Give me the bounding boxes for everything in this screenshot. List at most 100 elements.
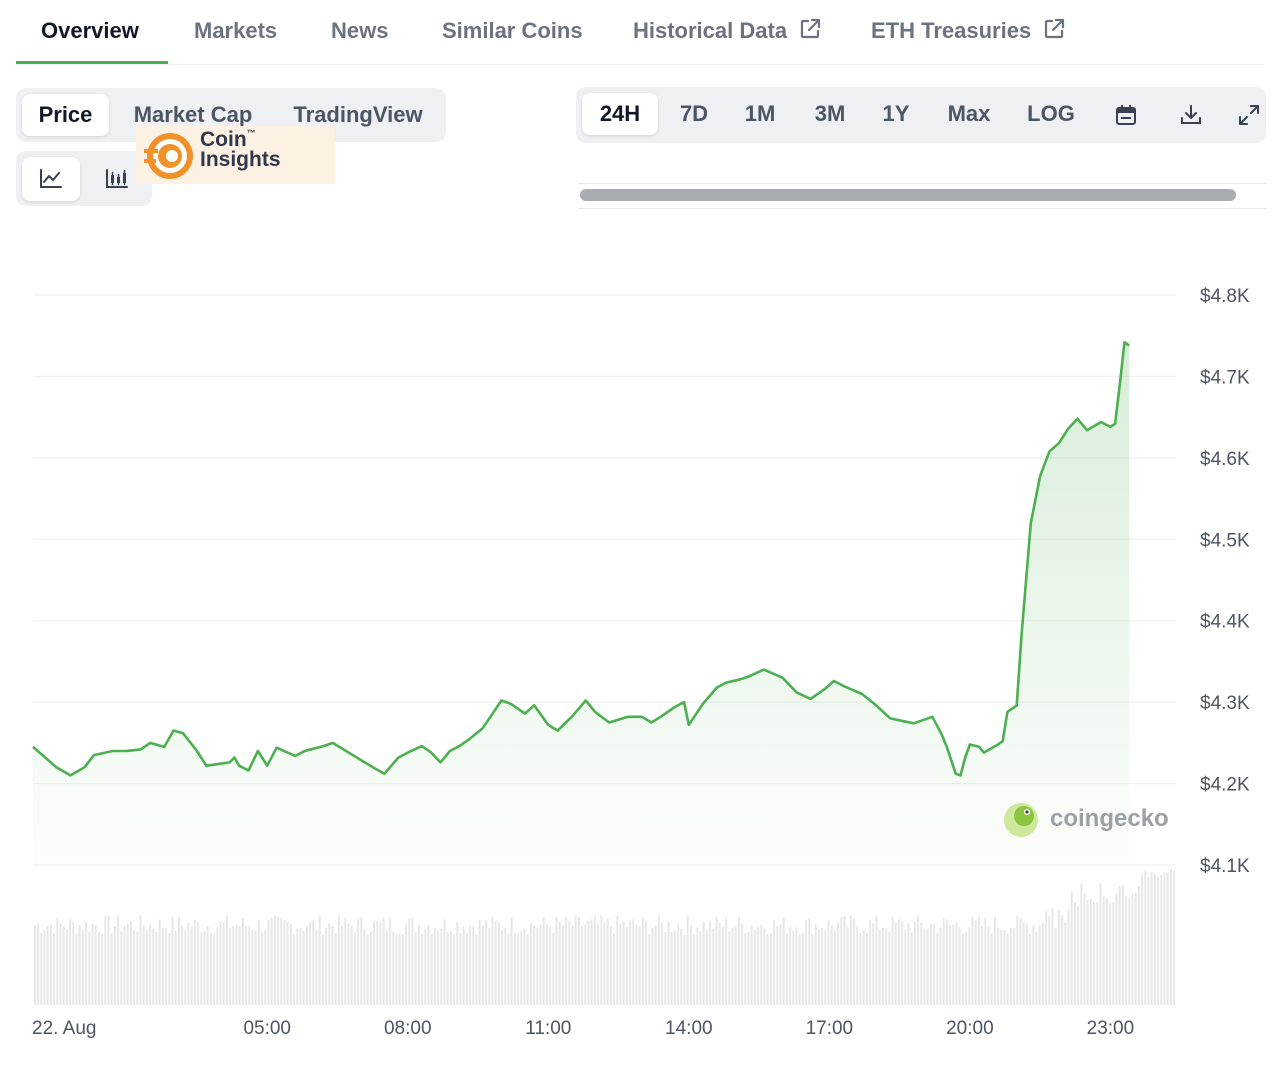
volume-bar xyxy=(926,928,929,1005)
range-max[interactable]: Max xyxy=(938,93,1000,135)
tab-markets[interactable]: Markets xyxy=(194,18,277,44)
volume-bar xyxy=(88,931,91,1005)
volume-bar xyxy=(206,926,209,1005)
volume-bar xyxy=(520,931,523,1005)
volume-bar xyxy=(974,919,977,1005)
range-3m[interactable]: 3M xyxy=(804,93,856,135)
volume-bar xyxy=(1154,874,1156,1005)
line-chart-button[interactable] xyxy=(22,157,80,201)
volume-bar xyxy=(1074,902,1076,1005)
volume-bar xyxy=(1067,910,1070,1005)
volume-bar xyxy=(328,923,331,1005)
range-24h[interactable]: 24H xyxy=(582,93,658,135)
tab-similar-coins[interactable]: Similar Coins xyxy=(442,18,583,44)
x-tick-label: 22. Aug xyxy=(32,1018,96,1039)
volume-bar xyxy=(1102,896,1105,1005)
calendar-button[interactable] xyxy=(1102,93,1150,135)
volume-bar xyxy=(891,916,894,1005)
volume-bar xyxy=(642,917,644,1005)
volume-bar xyxy=(952,924,955,1005)
volume-bar xyxy=(254,930,257,1005)
volume-bar xyxy=(981,926,983,1005)
tab-eth-treasuries[interactable]: ETH Treasuries xyxy=(871,18,1065,46)
volume-bar xyxy=(901,920,903,1005)
volume-bar xyxy=(837,922,839,1005)
volume-bar xyxy=(46,926,49,1005)
volume-bar xyxy=(990,933,993,1005)
volume-bar xyxy=(504,927,507,1005)
download-icon xyxy=(1179,101,1203,126)
volume-bar xyxy=(280,917,283,1005)
volume-bar xyxy=(43,930,46,1005)
volume-bar xyxy=(59,923,62,1005)
volume-bar xyxy=(635,925,638,1005)
volume-bar xyxy=(443,919,446,1005)
volume-bar xyxy=(946,920,948,1005)
volume-bar xyxy=(85,921,87,1005)
volume-bar xyxy=(594,916,596,1005)
volume-bar xyxy=(590,919,593,1005)
volume-bar xyxy=(434,927,436,1005)
tab-news[interactable]: News xyxy=(331,18,388,44)
volume-bar xyxy=(53,933,55,1005)
volume-bar xyxy=(357,919,359,1005)
volume-bar xyxy=(702,921,705,1005)
volume-bar xyxy=(779,923,782,1005)
range-scrollbar-thumb[interactable] xyxy=(580,189,1236,201)
volume-bar xyxy=(1045,911,1047,1005)
volume-bar xyxy=(670,931,673,1005)
volume-bar xyxy=(674,931,676,1005)
volume-bar xyxy=(939,927,942,1005)
volume-bar xyxy=(885,928,887,1005)
volume-bar xyxy=(283,920,286,1005)
volume-bar xyxy=(40,932,43,1005)
volume-bar xyxy=(709,920,711,1005)
range-1y[interactable]: 1Y xyxy=(874,93,918,135)
volume-bar xyxy=(363,929,366,1005)
volume-bar xyxy=(354,932,356,1005)
volume-bar xyxy=(1013,928,1015,1005)
volume-bar xyxy=(405,924,407,1005)
volume-bar xyxy=(469,925,471,1005)
range-1m[interactable]: 1M xyxy=(736,93,784,135)
price-tab[interactable]: Price xyxy=(22,94,109,136)
volume-bar xyxy=(379,921,382,1005)
volume-bar xyxy=(776,925,779,1005)
volume-bar xyxy=(1070,891,1073,1005)
volume-bar xyxy=(424,929,427,1005)
volume-bar xyxy=(581,926,583,1005)
volume-bar xyxy=(414,932,417,1005)
range-7d[interactable]: 7D xyxy=(670,93,718,135)
volume-bar xyxy=(216,926,219,1005)
volume-bar xyxy=(597,924,599,1005)
volume-bar xyxy=(1080,884,1083,1005)
tab-historical-data[interactable]: Historical Data xyxy=(633,18,821,46)
volume-bar xyxy=(101,934,103,1005)
volume-bar xyxy=(786,932,788,1005)
volume-bar xyxy=(194,919,196,1005)
volume-bar xyxy=(824,930,827,1005)
volume-bar xyxy=(1122,885,1124,1005)
volume-bar xyxy=(1093,902,1095,1005)
volume-bar xyxy=(898,919,900,1005)
volume-bar xyxy=(50,924,52,1005)
volume-bar xyxy=(648,934,651,1005)
log-toggle[interactable]: LOG xyxy=(1020,93,1082,135)
volume-bar xyxy=(856,926,859,1005)
volume-bar xyxy=(1029,933,1031,1005)
volume-bar xyxy=(1051,907,1054,1005)
volume-bar xyxy=(859,933,862,1005)
fullscreen-button[interactable] xyxy=(1232,93,1266,135)
volume-bar xyxy=(994,917,996,1005)
volume-bar xyxy=(1042,923,1044,1005)
download-button[interactable] xyxy=(1168,93,1214,135)
price-chart: $4.8K $4.7K $4.6K $4.5K $4.4K $4.3K $4.2K $4.1K… xyxy=(32,286,1250,1039)
tab-overview[interactable]: Overview xyxy=(41,18,139,44)
volume-bar xyxy=(261,932,263,1005)
volume-bar xyxy=(126,924,129,1005)
line-chart-icon xyxy=(38,165,64,190)
volume-bar xyxy=(498,922,500,1005)
y-tick-label: $4.3K xyxy=(1200,693,1250,714)
volume-bar xyxy=(478,919,481,1005)
volume-bar xyxy=(542,916,545,1005)
